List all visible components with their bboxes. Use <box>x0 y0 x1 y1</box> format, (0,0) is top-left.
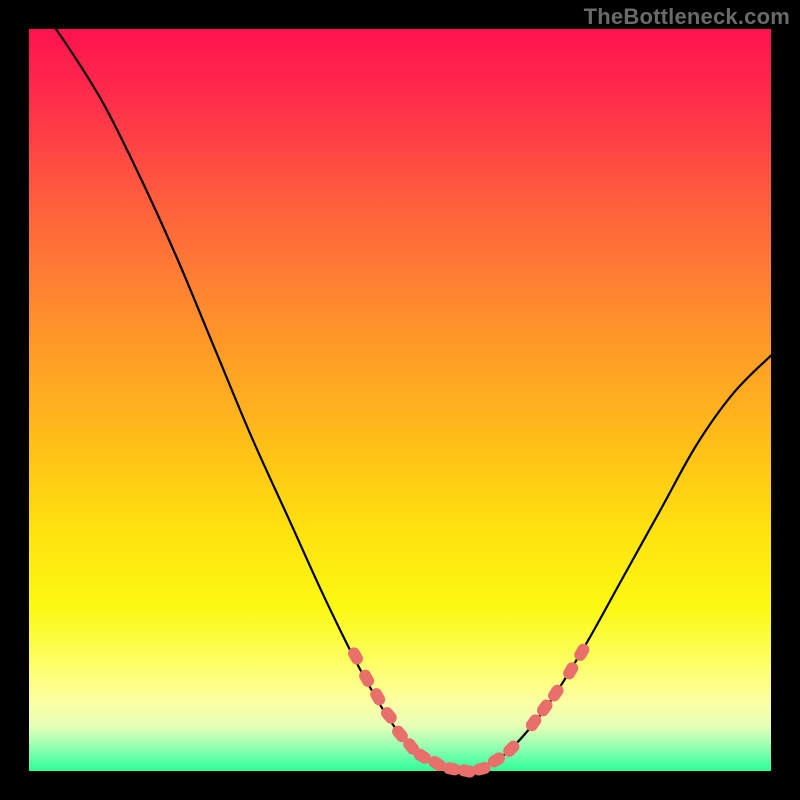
plot-area <box>29 29 771 771</box>
watermark-text: TheBottleneck.com <box>584 4 790 30</box>
highlight-dot <box>561 660 580 682</box>
highlight-dots <box>346 642 592 779</box>
chart-frame: TheBottleneck.com <box>0 0 800 800</box>
chart-svg <box>29 29 771 771</box>
highlight-dot <box>572 642 591 664</box>
bottleneck-curve <box>29 0 771 772</box>
